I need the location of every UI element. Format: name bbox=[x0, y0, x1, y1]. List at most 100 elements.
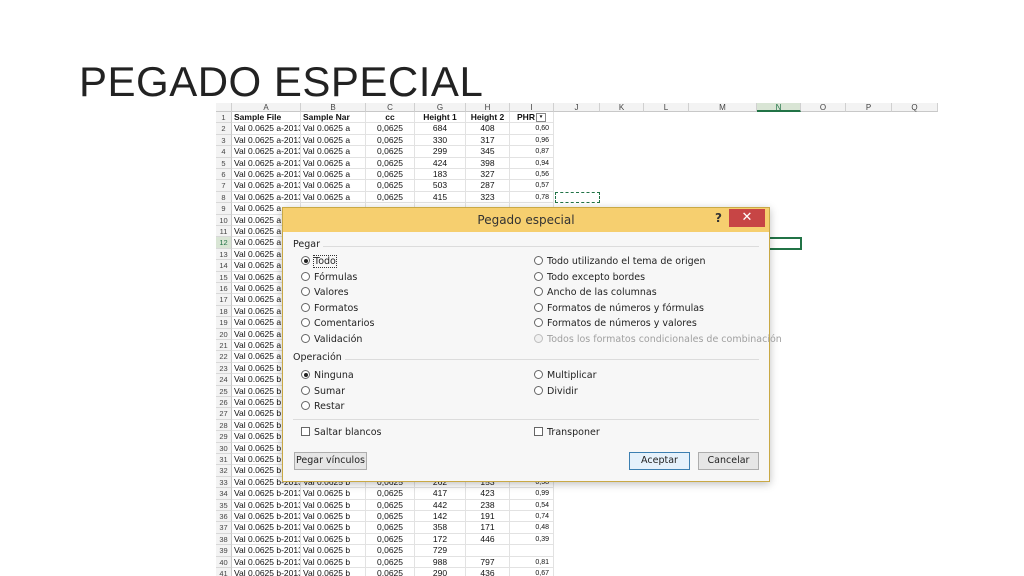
data-cell[interactable]: 330 bbox=[415, 134, 466, 147]
data-cell[interactable]: Val 0.0625 b bbox=[301, 533, 366, 546]
row-header[interactable]: 22 bbox=[216, 351, 232, 363]
data-cell[interactable]: 0,0625 bbox=[366, 556, 415, 568]
data-cell[interactable]: 436 bbox=[466, 568, 510, 576]
data-cell[interactable]: Val 0.0625 b-2013-07-01-16-26-< bbox=[232, 488, 301, 500]
row-header[interactable]: 34 bbox=[216, 488, 232, 500]
data-cell[interactable]: Val 0.0625 a bbox=[301, 123, 366, 135]
radio-button[interactable] bbox=[534, 370, 543, 379]
data-cell[interactable]: Val 0.0625 a bbox=[301, 191, 366, 204]
data-cell[interactable]: 988 bbox=[415, 556, 466, 568]
data-cell[interactable]: 417 bbox=[415, 488, 466, 500]
data-cell[interactable]: 0,0625 bbox=[366, 488, 415, 500]
data-cell[interactable]: Val 0.0625 b bbox=[301, 511, 366, 523]
skip-blanks-checkbox[interactable]: Saltar blancos bbox=[301, 426, 381, 439]
data-cell[interactable]: 358 bbox=[415, 522, 466, 534]
data-cell[interactable]: Val 0.0625 b-2013-07-01-16-26-< bbox=[232, 533, 301, 546]
radio-button[interactable] bbox=[301, 318, 310, 327]
data-cell[interactable]: 0,0625 bbox=[366, 146, 415, 158]
data-cell[interactable]: 290 bbox=[415, 568, 466, 576]
paste-option-formulas[interactable]: Fórmulas bbox=[301, 271, 357, 284]
radio-button[interactable] bbox=[534, 385, 543, 395]
data-cell[interactable]: 327 bbox=[466, 169, 510, 181]
data-cell[interactable]: 0,96 bbox=[510, 134, 554, 147]
column-header-p[interactable]: P bbox=[846, 103, 892, 112]
data-cell[interactable]: Val 0.0625 a bbox=[301, 169, 366, 181]
row-header[interactable]: 2 bbox=[216, 123, 232, 135]
column-header-q[interactable]: Q bbox=[892, 103, 938, 112]
data-cell[interactable] bbox=[510, 545, 554, 557]
column-header-i[interactable]: I bbox=[510, 103, 554, 112]
row-header[interactable]: 35 bbox=[216, 499, 232, 511]
data-cell[interactable]: 323 bbox=[466, 191, 510, 204]
data-cell[interactable]: 0,0625 bbox=[366, 191, 415, 204]
operation-option-sumar[interactable]: Sumar bbox=[301, 385, 345, 398]
paste-option-formatos[interactable]: Formatos bbox=[301, 302, 358, 315]
data-cell[interactable]: 0,0625 bbox=[366, 511, 415, 523]
data-cell[interactable]: Val 0.0625 b bbox=[301, 522, 366, 534]
radio-button[interactable] bbox=[301, 333, 310, 343]
radio-button[interactable] bbox=[301, 401, 310, 410]
column-header-a[interactable]: A bbox=[232, 103, 301, 112]
data-cell[interactable]: Val 0.0625 a-2013-07-01-16-26-< bbox=[232, 191, 301, 204]
column-header-o[interactable]: O bbox=[801, 103, 846, 112]
data-cell[interactable]: 0,0625 bbox=[366, 180, 415, 192]
radio-button[interactable] bbox=[301, 287, 310, 296]
column-title-cell[interactable]: Sample Nar bbox=[301, 112, 366, 124]
row-header[interactable]: 21 bbox=[216, 340, 232, 352]
data-cell[interactable]: 0,0625 bbox=[366, 157, 415, 169]
data-cell[interactable]: 238 bbox=[466, 499, 510, 511]
paste-option-comentarios[interactable]: Comentarios bbox=[301, 317, 374, 330]
paste-links-button[interactable]: Pegar vínculos bbox=[294, 452, 367, 470]
data-cell[interactable]: 0,0625 bbox=[366, 568, 415, 576]
paste-option-formatos-de-numeros-y-valores[interactable]: Formatos de números y valores bbox=[534, 317, 697, 330]
row-header[interactable]: 40 bbox=[216, 556, 232, 568]
data-cell[interactable]: 0,39 bbox=[510, 533, 554, 546]
data-cell[interactable]: 0,99 bbox=[510, 488, 554, 500]
data-cell[interactable]: 171 bbox=[466, 522, 510, 534]
data-cell[interactable]: 0,0625 bbox=[366, 545, 415, 557]
data-cell[interactable]: Val 0.0625 a-2013-07-01-16-26-< bbox=[232, 157, 301, 169]
row-header[interactable]: 19 bbox=[216, 317, 232, 329]
cancel-button[interactable]: Cancelar bbox=[698, 452, 759, 470]
row-header[interactable]: 32 bbox=[216, 465, 232, 477]
data-cell[interactable]: Val 0.0625 b-2013-07-01-16-26-< bbox=[232, 545, 301, 557]
data-cell[interactable]: Val 0.0625 b-2013-07-01-16-26-< bbox=[232, 499, 301, 511]
row-header[interactable]: 38 bbox=[216, 533, 232, 546]
row-header[interactable]: 11 bbox=[216, 226, 232, 238]
row-header[interactable]: 37 bbox=[216, 522, 232, 534]
data-cell[interactable]: 0,81 bbox=[510, 556, 554, 568]
row-header[interactable]: 9 bbox=[216, 203, 232, 215]
column-title-cell[interactable]: PHR ▾ bbox=[510, 112, 554, 124]
row-header[interactable]: 10 bbox=[216, 214, 232, 226]
paste-option-valores[interactable]: Valores bbox=[301, 286, 349, 299]
column-title-cell[interactable]: cc bbox=[366, 112, 415, 124]
row-header[interactable]: 39 bbox=[216, 545, 232, 557]
radio-button[interactable] bbox=[534, 271, 543, 281]
data-cell[interactable]: 317 bbox=[466, 134, 510, 147]
radio-button[interactable] bbox=[301, 302, 310, 312]
operation-option-restar[interactable]: Restar bbox=[301, 400, 344, 413]
row-header[interactable]: 36 bbox=[216, 511, 232, 523]
data-cell[interactable]: 0,94 bbox=[510, 157, 554, 169]
close-button[interactable]: ✕ bbox=[729, 209, 765, 227]
row-header[interactable]: 5 bbox=[216, 157, 232, 169]
data-cell[interactable]: Val 0.0625 a bbox=[301, 180, 366, 192]
radio-button[interactable] bbox=[534, 256, 543, 265]
radio-button[interactable] bbox=[534, 287, 543, 296]
data-cell[interactable]: Val 0.0625 a-2013-07-01-16-26-< bbox=[232, 169, 301, 181]
help-icon[interactable]: ? bbox=[715, 211, 722, 225]
data-cell[interactable]: 345 bbox=[466, 146, 510, 158]
data-cell[interactable]: 424 bbox=[415, 157, 466, 169]
column-header-g[interactable]: G bbox=[415, 103, 466, 112]
column-title-cell[interactable]: Height 2 bbox=[466, 112, 510, 124]
column-header-b[interactable]: B bbox=[301, 103, 366, 112]
data-cell[interactable]: 684 bbox=[415, 123, 466, 135]
data-cell[interactable]: 287 bbox=[466, 180, 510, 192]
radio-button[interactable] bbox=[301, 271, 310, 281]
data-cell[interactable]: Val 0.0625 b bbox=[301, 545, 366, 557]
row-header[interactable]: 12 bbox=[216, 237, 232, 249]
data-cell[interactable]: Val 0.0625 b-2013-07-01-16-26-< bbox=[232, 568, 301, 576]
row-header[interactable]: 17 bbox=[216, 294, 232, 306]
data-cell[interactable]: 408 bbox=[466, 123, 510, 135]
row-header[interactable]: 23 bbox=[216, 362, 232, 375]
